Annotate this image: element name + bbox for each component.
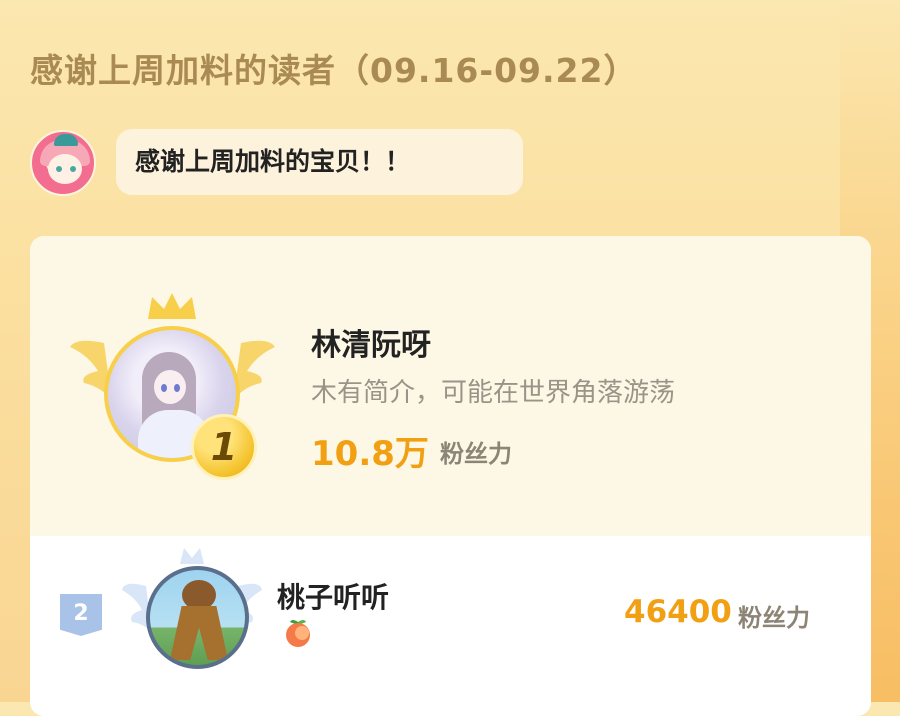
user-name[interactable]: 桃子听听 [277, 576, 389, 616]
fans-label: 粉丝力 [738, 604, 810, 632]
author-avatar[interactable] [30, 130, 96, 196]
peach-emoji-icon [286, 620, 310, 647]
ranking-item-1[interactable]: 1 林清阮呀 木有简介，可能在世界角落游荡 10.8万 粉丝力 [30, 236, 871, 536]
fans-value: 46400 [624, 594, 732, 630]
message-bubble: 感谢上周加料的宝贝！！ [116, 129, 523, 195]
user-avatar[interactable] [146, 566, 249, 669]
fans-value: 10.8万 [311, 434, 429, 474]
fans-label: 粉丝力 [440, 440, 512, 468]
page-title: 感谢上周加料的读者（09.16-09.22） [30, 51, 638, 90]
user-name[interactable]: 林清阮呀 [311, 320, 431, 364]
user-bio: 木有简介，可能在世界角落游荡 [311, 378, 676, 408]
ranking-item-2[interactable]: 2 桃子听听 46400 粉丝力 [30, 536, 871, 716]
rank-badge: 2 [60, 594, 102, 636]
rank-medal: 1 [191, 414, 257, 480]
ranking-card: 1 林清阮呀 木有简介，可能在世界角落游荡 10.8万 粉丝力 2 桃子听听 4… [30, 236, 871, 716]
